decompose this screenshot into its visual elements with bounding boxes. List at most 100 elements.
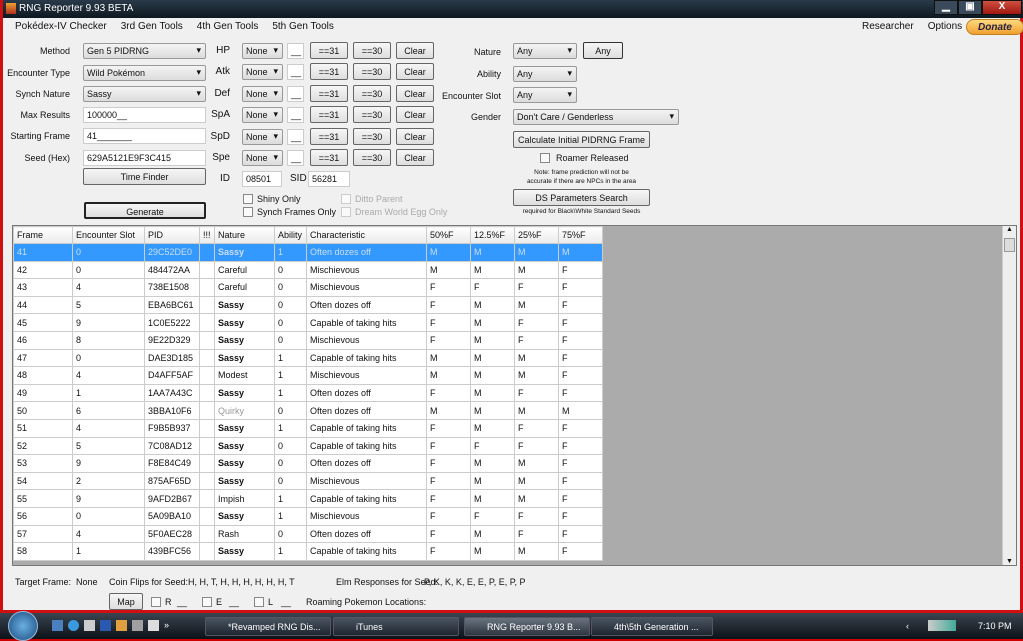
r-checkbox[interactable]: [151, 597, 161, 607]
iv-compare-select[interactable]: None: [242, 85, 283, 102]
iv-clear-button[interactable]: Clear: [396, 106, 434, 124]
gender-select[interactable]: Don't Care / Genderless: [513, 109, 679, 125]
id-input[interactable]: 08501: [242, 171, 282, 187]
iv-eq31-button[interactable]: ==31: [310, 42, 348, 59]
table-row[interactable]: 51 4 F9B5B937 Sassy 1 Capable of taking hits F…: [13, 418, 603, 438]
roamer-released-checkbox[interactable]: [540, 153, 550, 163]
e-input[interactable]: __: [229, 597, 239, 607]
table-row[interactable]: 48 4 D4AFF5AF Modest 1 Mischievous M M M F: [13, 366, 603, 385]
e-checkbox[interactable]: [202, 597, 212, 607]
iv-eq30-button[interactable]: ==30: [353, 106, 391, 124]
iv-compare-select[interactable]: None: [242, 107, 283, 124]
tray-icons[interactable]: [928, 620, 956, 631]
results-grid[interactable]: Frame Encounter Slot PID!!! Nature Ability Ch…: [12, 225, 1017, 566]
iv-compare-select[interactable]: None: [242, 150, 283, 166]
synch-only-checkbox[interactable]: [243, 207, 253, 217]
iv-value-input[interactable]: __: [287, 128, 304, 145]
iv-compare-select[interactable]: None: [242, 128, 283, 145]
taskbar-item-itunes[interactable]: iTunes: [333, 617, 459, 636]
iv-compare-select[interactable]: None: [242, 43, 283, 59]
table-row[interactable]: 44 5 EBA6BC61 Sassy 0 Often dozes off F M M F: [13, 295, 603, 315]
seed-input[interactable]: 629A5121E9F3C415: [83, 150, 206, 166]
app-icon[interactable]: [148, 620, 159, 631]
menu-3rd-gen[interactable]: 3rd Gen Tools: [121, 21, 183, 32]
iv-compare-select[interactable]: None: [242, 64, 283, 81]
iv-value-input[interactable]: __: [287, 85, 304, 102]
tray-expand-icon[interactable]: ‹: [906, 621, 909, 631]
method-select[interactable]: Gen 5 PIDRNG: [83, 43, 206, 59]
app-icon[interactable]: [84, 620, 95, 631]
dream-world-checkbox[interactable]: [341, 207, 351, 217]
column-header[interactable]: 75%F: [558, 226, 603, 244]
max-results-input[interactable]: 100000__: [83, 107, 206, 123]
table-row[interactable]: 50 6 3BBA10F6 Quirky 0 Often dozes off M M M M: [13, 401, 603, 420]
show-desktop-icon[interactable]: [52, 620, 63, 631]
donate-button[interactable]: Donate: [966, 19, 1023, 35]
ds-parameters-button[interactable]: DS Parameters Search: [513, 189, 650, 206]
column-header[interactable]: 50%F: [426, 226, 471, 244]
nature-select[interactable]: Any: [513, 43, 577, 59]
menu-4th-gen[interactable]: 4th Gen Tools: [197, 21, 259, 32]
iv-value-input[interactable]: __: [287, 150, 304, 166]
encounter-type-select[interactable]: Wild Pokémon: [83, 65, 206, 81]
column-header[interactable]: 12.5%F: [470, 226, 515, 244]
minimize-button[interactable]: ▁: [934, 0, 958, 15]
column-header[interactable]: Encounter Slot: [72, 226, 145, 244]
nature-any-button[interactable]: Any: [583, 42, 623, 59]
column-header[interactable]: 25%F: [514, 226, 559, 244]
menu-5th-gen[interactable]: 5th Gen Tools: [272, 21, 334, 32]
iv-eq31-button[interactable]: ==31: [310, 149, 348, 166]
sid-input[interactable]: 56281: [308, 171, 350, 187]
iv-clear-button[interactable]: Clear: [396, 84, 434, 102]
table-row[interactable]: 49 1 1AA7A43C Sassy 1 Often dozes off F M F F: [13, 383, 603, 403]
taskbar-item-rng-reporter[interactable]: RNG Reporter 9.93 B...: [464, 617, 590, 636]
table-row[interactable]: 54 2 875AF65D Sassy 0 Mischievous F M M F: [13, 471, 603, 491]
iv-eq31-button[interactable]: ==31: [310, 63, 348, 81]
iv-eq31-button[interactable]: ==31: [310, 127, 348, 145]
scroll-thumb[interactable]: [1004, 238, 1015, 252]
iv-clear-button[interactable]: Clear: [396, 63, 434, 81]
iv-clear-button[interactable]: Clear: [396, 149, 434, 166]
vertical-scrollbar[interactable]: ▲ ▼: [1002, 226, 1016, 565]
table-row[interactable]: 46 8 9E22D329 Sassy 0 Mischievous F M F F: [13, 330, 603, 350]
table-row[interactable]: 42 0 484472AA Careful 0 Mischievous M M M F: [13, 260, 603, 280]
time-finder-button[interactable]: Time Finder: [83, 168, 206, 185]
taskbar-item-4th-5th[interactable]: 4th\5th Generation ...: [591, 617, 713, 636]
starting-frame-input[interactable]: 41_______: [83, 128, 206, 144]
column-header[interactable]: Characteristic: [306, 226, 427, 244]
start-button[interactable]: [8, 611, 38, 641]
iv-eq30-button[interactable]: ==30: [353, 149, 391, 166]
l-checkbox[interactable]: [254, 597, 264, 607]
iv-value-input[interactable]: __: [287, 43, 304, 59]
column-header[interactable]: Ability: [274, 226, 307, 244]
table-row[interactable]: 57 4 5F0AEC28 Rash 0 Often dozes off F M F F: [13, 524, 603, 544]
menu-researcher[interactable]: Researcher: [862, 21, 914, 32]
r-input[interactable]: __: [177, 597, 187, 607]
table-row[interactable]: 53 9 F8E84C49 Sassy 0 Often dozes off F M M F: [13, 454, 603, 473]
app-icon[interactable]: [116, 620, 127, 631]
table-row[interactable]: 56 0 5A09BA10 Sassy 1 Mischievous F F F F: [13, 506, 603, 526]
column-header[interactable]: PID: [144, 226, 200, 244]
calculate-frame-button[interactable]: Calculate Initial PIDRNG Frame: [513, 131, 650, 148]
clock[interactable]: 7:10 PM: [978, 621, 1012, 631]
table-row[interactable]: 52 5 7C08AD12 Sassy 0 Capable of taking hits F…: [13, 436, 603, 456]
table-row[interactable]: 47 0 DAE3D185 Sassy 1 Capable of taking hits M…: [13, 348, 603, 368]
synch-nature-select[interactable]: Sassy: [83, 86, 206, 102]
column-header[interactable]: Frame: [13, 226, 73, 244]
table-row[interactable]: 58 1 439BFC56 Sassy 1 Capable of taking hits F…: [13, 542, 603, 561]
column-header[interactable]: !!!: [199, 226, 215, 244]
iv-value-input[interactable]: __: [287, 64, 304, 81]
table-row[interactable]: 55 9 9AFD2B67 Impish 1 Capable of taking hits…: [13, 489, 603, 508]
ditto-parent-checkbox[interactable]: [341, 194, 351, 204]
menu-options[interactable]: Options: [928, 21, 962, 32]
iv-eq31-button[interactable]: ==31: [310, 84, 348, 102]
iv-clear-button[interactable]: Clear: [396, 127, 434, 145]
iv-value-input[interactable]: __: [287, 107, 304, 124]
app-icon[interactable]: [132, 620, 143, 631]
table-row[interactable]: 45 9 1C0E5222 Sassy 0 Capable of taking hits F…: [13, 313, 603, 332]
column-header[interactable]: Nature: [214, 226, 275, 244]
l-input[interactable]: __: [281, 597, 291, 607]
map-button[interactable]: Map: [109, 593, 143, 610]
close-button[interactable]: X: [982, 0, 1022, 15]
generate-button[interactable]: Generate: [84, 202, 206, 219]
